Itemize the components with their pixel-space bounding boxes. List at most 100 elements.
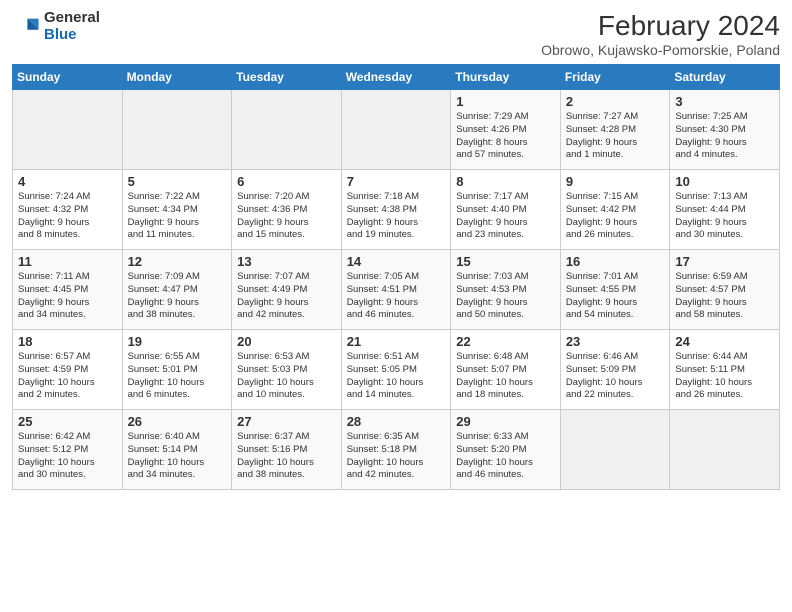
calendar-cell: 22 Sunrise: 6:48 AM Sunset: 5:07 PM Dayli… [451, 330, 561, 410]
calendar-cell: 10Sunrise: 7:13 AM Sunset: 4:44 PM Dayli… [670, 170, 780, 250]
day-info: Sunrise: 6:53 AM Sunset: 5:03 PM Dayligh… [237, 351, 336, 402]
day-number: 7 [347, 174, 446, 189]
day-number: 6 [237, 174, 336, 189]
day-number: 22 [456, 334, 555, 349]
weekday-header-row: SundayMondayTuesdayWednesdayThursdayFrid… [13, 65, 780, 90]
calendar-cell [341, 90, 451, 170]
day-info: Sunrise: 7:05 AM Sunset: 4:51 PM Dayligh… [347, 271, 446, 322]
day-number: 13 [237, 254, 336, 269]
calendar-title: February 2024 [541, 10, 780, 42]
calendar-cell: 21 Sunrise: 6:51 AM Sunset: 5:05 PM Dayli… [341, 330, 451, 410]
calendar-table: SundayMondayTuesdayWednesdayThursdayFrid… [12, 64, 780, 490]
calendar-cell: 18 Sunrise: 6:57 AM Sunset: 4:59 PM Dayli… [13, 330, 123, 410]
day-number: 21 [347, 334, 446, 349]
weekday-header-wednesday: Wednesday [341, 65, 451, 90]
day-info: Sunrise: 6:57 AM Sunset: 4:59 PM Dayligh… [18, 351, 117, 402]
calendar-cell [122, 90, 232, 170]
day-number: 29 [456, 414, 555, 429]
weekday-header-monday: Monday [122, 65, 232, 90]
day-info: Sunrise: 6:44 AM Sunset: 5:11 PM Dayligh… [675, 351, 774, 402]
calendar-cell: 1Sunrise: 7:29 AM Sunset: 4:26 PM Daylig… [451, 90, 561, 170]
calendar-week-2: 4Sunrise: 7:24 AM Sunset: 4:32 PM Daylig… [13, 170, 780, 250]
calendar-cell: 16Sunrise: 7:01 AM Sunset: 4:55 PM Dayli… [560, 250, 670, 330]
day-info: Sunrise: 6:55 AM Sunset: 5:01 PM Dayligh… [128, 351, 227, 402]
calendar-cell: 3Sunrise: 7:25 AM Sunset: 4:30 PM Daylig… [670, 90, 780, 170]
day-info: Sunrise: 7:25 AM Sunset: 4:30 PM Dayligh… [675, 111, 774, 162]
calendar-cell: 13 Sunrise: 7:07 AM Sunset: 4:49 PM Dayli… [232, 250, 342, 330]
day-number: 26 [128, 414, 227, 429]
calendar-cell: 26Sunrise: 6:40 AM Sunset: 5:14 PM Dayli… [122, 410, 232, 490]
day-info: Sunrise: 6:46 AM Sunset: 5:09 PM Dayligh… [566, 351, 665, 402]
calendar-cell: 27 Sunrise: 6:37 AM Sunset: 5:16 PM Dayli… [232, 410, 342, 490]
header: General Blue February 2024 Obrowo, Kujaw… [12, 10, 780, 58]
weekday-header-saturday: Saturday [670, 65, 780, 90]
logo-text: General Blue [44, 10, 100, 43]
calendar-cell: 24 Sunrise: 6:44 AM Sunset: 5:11 PM Dayli… [670, 330, 780, 410]
calendar-cell: 8 Sunrise: 7:17 AM Sunset: 4:40 PM Daylig… [451, 170, 561, 250]
day-number: 4 [18, 174, 117, 189]
day-number: 11 [18, 254, 117, 269]
calendar-container: General Blue February 2024 Obrowo, Kujaw… [0, 0, 792, 498]
calendar-week-1: 1Sunrise: 7:29 AM Sunset: 4:26 PM Daylig… [13, 90, 780, 170]
day-number: 9 [566, 174, 665, 189]
calendar-cell: 28 Sunrise: 6:35 AM Sunset: 5:18 PM Dayli… [341, 410, 451, 490]
calendar-week-3: 11Sunrise: 7:11 AM Sunset: 4:45 PM Dayli… [13, 250, 780, 330]
calendar-cell: 20 Sunrise: 6:53 AM Sunset: 5:03 PM Dayli… [232, 330, 342, 410]
calendar-cell: 6 Sunrise: 7:20 AM Sunset: 4:36 PM Daylig… [232, 170, 342, 250]
logo-icon [12, 13, 40, 41]
day-info: Sunrise: 7:27 AM Sunset: 4:28 PM Dayligh… [566, 111, 665, 162]
day-number: 20 [237, 334, 336, 349]
calendar-cell: 14 Sunrise: 7:05 AM Sunset: 4:51 PM Dayli… [341, 250, 451, 330]
calendar-cell: 9 Sunrise: 7:15 AM Sunset: 4:42 PM Daylig… [560, 170, 670, 250]
calendar-cell: 23Sunrise: 6:46 AM Sunset: 5:09 PM Dayli… [560, 330, 670, 410]
calendar-cell [13, 90, 123, 170]
calendar-cell: 2 Sunrise: 7:27 AM Sunset: 4:28 PM Daylig… [560, 90, 670, 170]
calendar-cell: 7 Sunrise: 7:18 AM Sunset: 4:38 PM Daylig… [341, 170, 451, 250]
day-info: Sunrise: 6:48 AM Sunset: 5:07 PM Dayligh… [456, 351, 555, 402]
day-number: 25 [18, 414, 117, 429]
day-info: Sunrise: 6:42 AM Sunset: 5:12 PM Dayligh… [18, 431, 117, 482]
day-number: 28 [347, 414, 446, 429]
day-number: 18 [18, 334, 117, 349]
day-number: 5 [128, 174, 227, 189]
day-info: Sunrise: 7:17 AM Sunset: 4:40 PM Dayligh… [456, 191, 555, 242]
day-info: Sunrise: 6:33 AM Sunset: 5:20 PM Dayligh… [456, 431, 555, 482]
weekday-header-sunday: Sunday [13, 65, 123, 90]
calendar-cell: 11Sunrise: 7:11 AM Sunset: 4:45 PM Dayli… [13, 250, 123, 330]
calendar-cell: 25 Sunrise: 6:42 AM Sunset: 5:12 PM Dayli… [13, 410, 123, 490]
weekday-header-tuesday: Tuesday [232, 65, 342, 90]
day-info: Sunrise: 7:13 AM Sunset: 4:44 PM Dayligh… [675, 191, 774, 242]
day-info: Sunrise: 7:07 AM Sunset: 4:49 PM Dayligh… [237, 271, 336, 322]
logo-general: General [44, 10, 100, 27]
day-number: 17 [675, 254, 774, 269]
calendar-subtitle: Obrowo, Kujawsko-Pomorskie, Poland [541, 42, 780, 58]
day-info: Sunrise: 6:59 AM Sunset: 4:57 PM Dayligh… [675, 271, 774, 322]
day-info: Sunrise: 7:01 AM Sunset: 4:55 PM Dayligh… [566, 271, 665, 322]
day-info: Sunrise: 7:15 AM Sunset: 4:42 PM Dayligh… [566, 191, 665, 242]
day-info: Sunrise: 7:20 AM Sunset: 4:36 PM Dayligh… [237, 191, 336, 242]
day-number: 12 [128, 254, 227, 269]
day-info: Sunrise: 6:37 AM Sunset: 5:16 PM Dayligh… [237, 431, 336, 482]
day-number: 8 [456, 174, 555, 189]
day-number: 24 [675, 334, 774, 349]
day-number: 14 [347, 254, 446, 269]
day-number: 15 [456, 254, 555, 269]
weekday-header-thursday: Thursday [451, 65, 561, 90]
day-info: Sunrise: 7:18 AM Sunset: 4:38 PM Dayligh… [347, 191, 446, 242]
calendar-cell: 4Sunrise: 7:24 AM Sunset: 4:32 PM Daylig… [13, 170, 123, 250]
day-info: Sunrise: 7:29 AM Sunset: 4:26 PM Dayligh… [456, 111, 555, 162]
calendar-cell: 19Sunrise: 6:55 AM Sunset: 5:01 PM Dayli… [122, 330, 232, 410]
day-info: Sunrise: 7:03 AM Sunset: 4:53 PM Dayligh… [456, 271, 555, 322]
logo-blue: Blue [44, 27, 100, 44]
calendar-week-5: 25 Sunrise: 6:42 AM Sunset: 5:12 PM Dayli… [13, 410, 780, 490]
calendar-cell [670, 410, 780, 490]
day-number: 27 [237, 414, 336, 429]
day-info: Sunrise: 7:22 AM Sunset: 4:34 PM Dayligh… [128, 191, 227, 242]
day-info: Sunrise: 6:51 AM Sunset: 5:05 PM Dayligh… [347, 351, 446, 402]
calendar-cell: 5 Sunrise: 7:22 AM Sunset: 4:34 PM Daylig… [122, 170, 232, 250]
calendar-cell: 12Sunrise: 7:09 AM Sunset: 4:47 PM Dayli… [122, 250, 232, 330]
day-number: 2 [566, 94, 665, 109]
calendar-cell [232, 90, 342, 170]
day-info: Sunrise: 6:35 AM Sunset: 5:18 PM Dayligh… [347, 431, 446, 482]
calendar-cell: 17 Sunrise: 6:59 AM Sunset: 4:57 PM Dayli… [670, 250, 780, 330]
